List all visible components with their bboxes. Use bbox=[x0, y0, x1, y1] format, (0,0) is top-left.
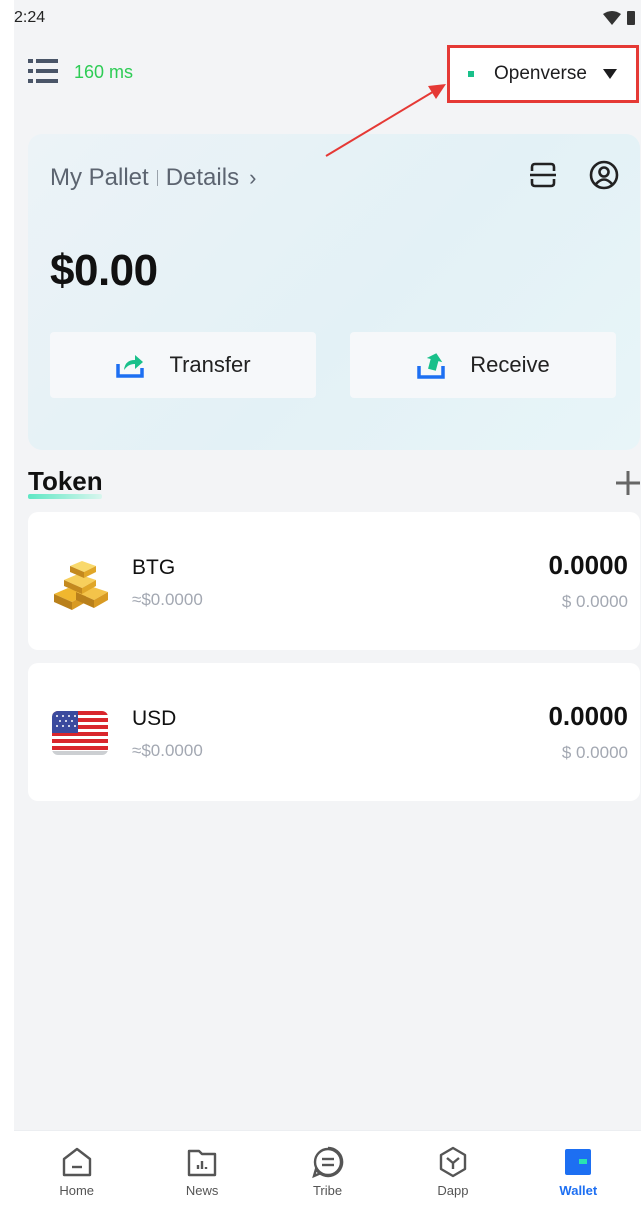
battery-icon bbox=[627, 11, 635, 25]
token-symbol: USD bbox=[132, 707, 177, 730]
nav-label-tribe: Tribe bbox=[312, 1183, 343, 1198]
nav-item-dapp[interactable]: Dapp bbox=[390, 1131, 515, 1216]
tribe-icon bbox=[311, 1146, 343, 1179]
latency-indicator: 160 ms bbox=[74, 62, 134, 82]
bottom-nav: Home News Tribe Dapp Wallet bbox=[14, 1130, 641, 1216]
token-usd-value: $ 0.0000 bbox=[561, 592, 628, 611]
dapp-icon bbox=[439, 1146, 467, 1178]
nav-item-news[interactable]: News bbox=[139, 1131, 264, 1216]
nav-item-wallet[interactable]: Wallet bbox=[516, 1131, 641, 1216]
receive-label: Receive bbox=[470, 352, 550, 377]
nav-item-home[interactable]: Home bbox=[14, 1131, 139, 1216]
topbar: 160 ms Openverse bbox=[14, 45, 641, 103]
network-status-dot bbox=[468, 71, 474, 77]
token-amount: 0.0000 bbox=[548, 550, 628, 580]
token-usd-value: $ 0.0000 bbox=[561, 743, 628, 762]
caret-down-icon bbox=[602, 69, 617, 79]
status-bar: 2:24 bbox=[14, 0, 641, 36]
token-amount: 0.0000 bbox=[548, 701, 628, 731]
gold-bars-icon bbox=[54, 561, 108, 610]
network-selector[interactable]: Openverse bbox=[447, 45, 639, 103]
app-screen: 2:24 160 ms Openverse My Pallet Details … bbox=[14, 0, 641, 1216]
account-icon[interactable] bbox=[588, 159, 620, 191]
network-label: Openverse bbox=[494, 63, 587, 84]
receive-button[interactable]: Receive bbox=[350, 332, 616, 398]
home-icon bbox=[62, 1147, 91, 1177]
us-flag-icon bbox=[52, 711, 108, 755]
nav-label-news: News bbox=[185, 1183, 219, 1198]
token-card-usd[interactable]: USD ≈$0.0000 0.0000 $ 0.0000 bbox=[28, 663, 640, 801]
add-token-icon[interactable] bbox=[615, 470, 641, 496]
token-fiat-value: ≈$0.0000 bbox=[132, 590, 203, 609]
nav-label-wallet: Wallet bbox=[559, 1183, 598, 1198]
wallet-balance: $0.00 bbox=[50, 246, 158, 295]
divider bbox=[156, 170, 158, 186]
scan-icon[interactable] bbox=[528, 160, 558, 190]
transfer-icon bbox=[116, 355, 145, 378]
wifi-icon bbox=[603, 11, 621, 25]
transfer-label: Transfer bbox=[169, 352, 251, 377]
status-icons bbox=[603, 11, 635, 25]
token-card-btg[interactable]: BTG ≈$0.0000 0.0000 $ 0.0000 bbox=[28, 512, 640, 650]
wallet-name: My Pallet bbox=[50, 164, 149, 191]
wallet-header[interactable]: My Pallet Details › bbox=[50, 164, 256, 192]
menu-list-icon[interactable] bbox=[28, 56, 58, 86]
wallet-details-link[interactable]: Details bbox=[166, 164, 239, 192]
nav-label-home: Home bbox=[59, 1183, 95, 1198]
wallet-icon bbox=[565, 1149, 592, 1175]
receive-icon bbox=[417, 353, 445, 379]
nav-label-dapp: Dapp bbox=[437, 1183, 469, 1198]
status-time: 2:24 bbox=[14, 9, 46, 26]
chevron-right-icon: › bbox=[249, 165, 257, 190]
transfer-button[interactable]: Transfer bbox=[50, 332, 316, 398]
token-section-title: Token bbox=[28, 466, 103, 496]
wallet-card: My Pallet Details › $0.00 Transfer Recei… bbox=[28, 134, 640, 450]
news-icon bbox=[187, 1149, 217, 1177]
nav-item-tribe[interactable]: Tribe bbox=[265, 1131, 390, 1216]
token-symbol: BTG bbox=[132, 556, 176, 579]
token-fiat-value: ≈$0.0000 bbox=[132, 741, 203, 760]
